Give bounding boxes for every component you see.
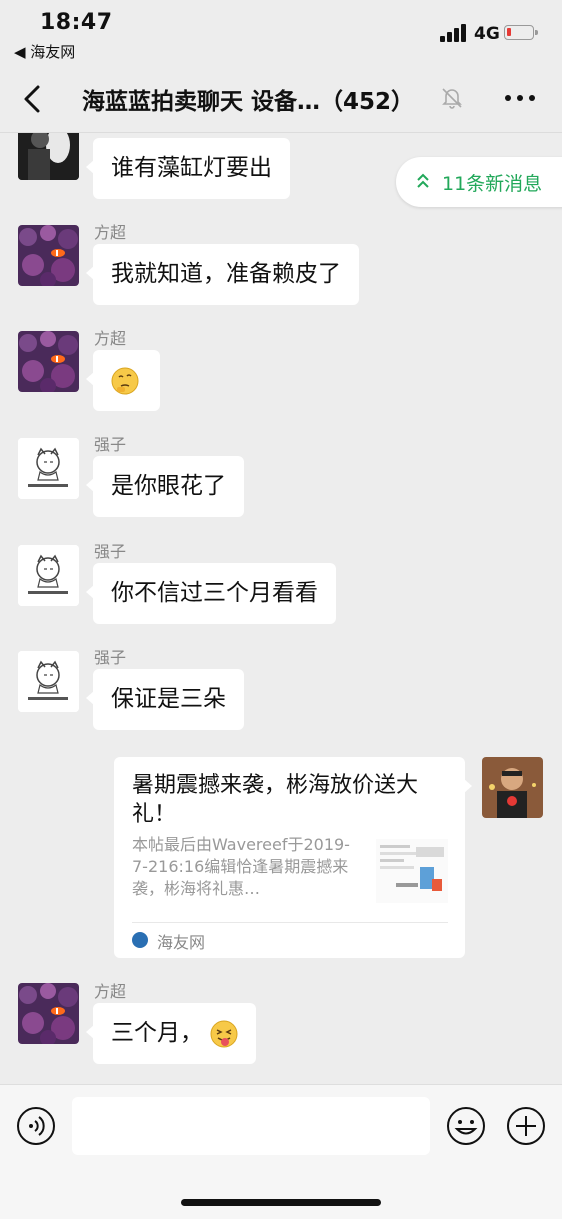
new-messages-label: 11条新消息 [442, 173, 543, 195]
double-chevron-up-icon [417, 173, 429, 188]
message-bubble[interactable]: 你不信过三个月看看 [86, 563, 336, 624]
sender-name: 方超 [94, 223, 127, 242]
new-messages-pill[interactable]: 11条新消息 [396, 157, 562, 207]
sender-name: 方超 [94, 329, 127, 348]
avatar[interactable] [18, 438, 79, 499]
link-card-title: 暑期震撼来袭，彬海放价送大礼！ [132, 773, 419, 827]
sender-name: 方超 [94, 982, 127, 1001]
avatar[interactable] [18, 651, 79, 712]
emoji-picker-icon[interactable] [446, 1106, 486, 1146]
avatar[interactable] [18, 331, 79, 392]
message-bubble[interactable]: 谁有藻缸灯要出 [86, 138, 290, 199]
voice-input-icon[interactable] [16, 1106, 56, 1146]
back-to-app-link[interactable]: ◀ 海友网 [14, 41, 75, 62]
status-time: 18:47 [40, 10, 113, 35]
tongue-face-icon [210, 1020, 238, 1047]
input-bar [0, 1084, 562, 1219]
signal-icon [440, 24, 466, 42]
link-card-thumbnail [376, 839, 448, 903]
battery-icon [504, 25, 538, 40]
status-bar: 18:47 ◀ 海友网 4G [0, 0, 562, 66]
link-card[interactable]: 暑期震撼来袭，彬海放价送大礼！ 本帖最后由Wavereef于2019-7-216… [114, 757, 472, 958]
avatar[interactable] [18, 133, 79, 180]
link-card-source: 海友网 [157, 933, 206, 952]
mute-bell-icon [442, 88, 462, 109]
network-type: 4G [474, 24, 500, 44]
nav-bar: 海蓝蓝拍卖聊天 设备…（452） [0, 66, 562, 133]
my-avatar[interactable] [482, 757, 543, 818]
avatar[interactable] [18, 545, 79, 606]
battery-fill [507, 28, 511, 36]
thinking-face-icon [111, 367, 139, 394]
more-dots-icon[interactable] [500, 86, 540, 110]
chat-title: 海蓝蓝拍卖聊天 设备…（452） [82, 89, 415, 115]
sender-name: 强子 [94, 648, 127, 667]
message-bubble[interactable]: 我就知道，准备赖皮了 [86, 244, 359, 305]
sender-name: 强子 [94, 542, 127, 561]
back-chevron-icon[interactable] [18, 82, 48, 116]
avatar[interactable] [18, 983, 79, 1044]
avatar[interactable] [18, 225, 79, 286]
message-bubble[interactable]: 是你眼花了 [86, 456, 244, 517]
message-input[interactable] [72, 1097, 430, 1155]
home-indicator [181, 1199, 381, 1206]
link-card-description: 本帖最后由Wavereef于2019-7-216:16编辑恰逢暑期震撼来袭，彬海… [132, 835, 350, 898]
message-bubble[interactable]: 保证是三朵 [86, 669, 244, 730]
more-functions-plus-icon[interactable] [506, 1106, 546, 1146]
message-bubble[interactable] [86, 350, 160, 411]
source-logo-icon [132, 932, 148, 948]
sender-name: 强子 [94, 435, 127, 454]
message-text: 三个月， [111, 1020, 203, 1046]
message-bubble[interactable]: 三个月， [85, 1003, 257, 1064]
